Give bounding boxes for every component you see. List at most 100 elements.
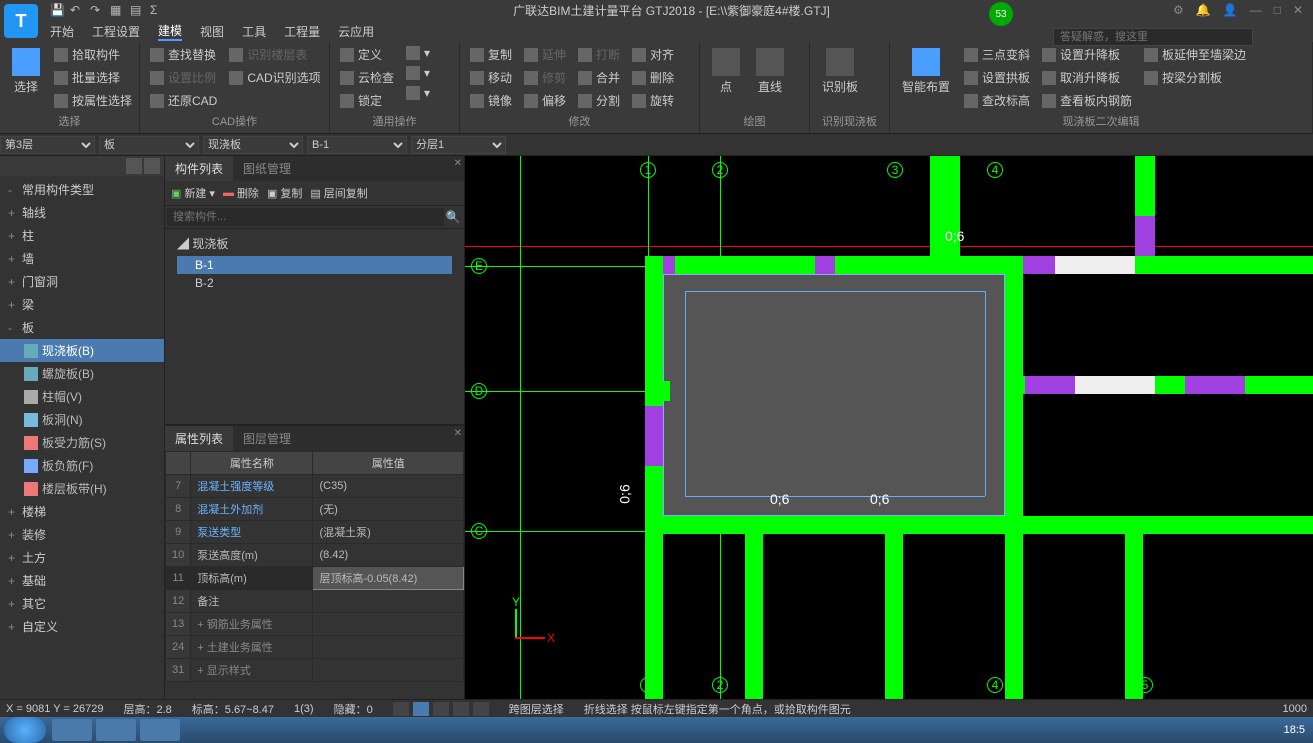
taskbar-item[interactable] — [52, 719, 92, 741]
merge-button[interactable]: 合并 — [574, 67, 624, 88]
tab-drawing-mgmt[interactable]: 图纸管理 — [233, 156, 301, 181]
view-rebar-button[interactable]: 查看板内钢筋 — [1038, 90, 1136, 111]
panel-close-icon[interactable]: ✕ — [454, 158, 462, 169]
settings-icon[interactable]: ⚙ — [1173, 3, 1184, 17]
tree-item[interactable]: 楼层板带(H) — [0, 477, 164, 500]
prop-row[interactable]: 24+ 土建业务属性 — [166, 636, 464, 659]
delete-button[interactable]: 删除 — [628, 67, 678, 88]
taskbar-item[interactable] — [140, 719, 180, 741]
bell-icon[interactable]: 🔔 — [1196, 3, 1211, 17]
tree-item[interactable]: 板受力筋(S) — [0, 431, 164, 454]
restore-cad-button[interactable]: 还原CAD — [146, 90, 221, 111]
search-icon[interactable]: 🔍 — [444, 208, 462, 226]
three-point-button[interactable]: 三点变斜 — [960, 44, 1034, 65]
tab-component-list[interactable]: 构件列表 — [165, 156, 233, 181]
prop-row[interactable]: 31+ 显示样式 — [166, 659, 464, 682]
id-floor-table-button[interactable]: 识别楼层表 — [225, 44, 324, 65]
start-button[interactable] — [4, 717, 46, 743]
new-button[interactable]: ▣新建 ▾ — [171, 185, 215, 201]
prop-row[interactable]: 8混凝土外加剂(无) — [166, 498, 464, 521]
qat-redo-icon[interactable]: ↷ — [90, 3, 104, 17]
tree-item[interactable]: 现浇板(B) — [0, 339, 164, 362]
tab-layers[interactable]: 图层管理 — [233, 426, 301, 451]
menu-project[interactable]: 工程设置 — [92, 23, 140, 40]
tree-item[interactable]: 柱帽(V) — [0, 385, 164, 408]
category-select[interactable]: 板 — [99, 136, 199, 154]
layer-copy-button[interactable]: ▤层间复制 — [310, 185, 367, 201]
maximize-icon[interactable]: □ — [1274, 3, 1281, 17]
more-button[interactable]: ▾ — [402, 84, 434, 102]
smart-layout-button[interactable]: 智能布置 — [896, 44, 956, 99]
set-scale-button[interactable]: 设置比例 — [146, 67, 221, 88]
find-replace-button[interactable]: 查找替换 — [146, 44, 221, 65]
delete-button[interactable]: ▬删除 — [223, 185, 259, 201]
break-button[interactable]: 打断 — [574, 44, 624, 65]
tree-item[interactable]: 板负筋(F) — [0, 454, 164, 477]
select-button[interactable]: 选择 — [6, 44, 46, 99]
tree-group[interactable]: +门窗洞 — [0, 270, 164, 293]
panel-close-icon[interactable]: ✕ — [454, 428, 462, 439]
qat-icon[interactable]: Σ — [150, 3, 164, 17]
prop-row[interactable]: 10泵送高度(m)(8.42) — [166, 544, 464, 567]
lock-button[interactable]: 锁定 — [336, 90, 398, 111]
close-icon[interactable]: ✕ — [1293, 3, 1303, 17]
tool-icon[interactable] — [413, 702, 429, 716]
help-search-input[interactable] — [1053, 28, 1253, 46]
clock[interactable]: 18:5 — [1276, 724, 1313, 736]
cloud-check-button[interactable]: 云检查 — [336, 67, 398, 88]
menu-start[interactable]: 开始 — [50, 23, 74, 40]
prop-row[interactable]: 7混凝土强度等级(C35) — [166, 475, 464, 498]
status-hint1[interactable]: 跨图层选择 — [509, 701, 564, 717]
split-button[interactable]: 分割 — [574, 90, 624, 111]
tree-group[interactable]: +楼梯 — [0, 500, 164, 523]
panel-icon[interactable] — [144, 158, 160, 174]
qat-icon[interactable]: ▦ — [110, 3, 124, 17]
comp-group[interactable]: ◢ 现浇板 — [173, 233, 456, 254]
split-by-beam-button[interactable]: 按梁分割板 — [1140, 67, 1250, 88]
tree-item[interactable]: 螺旋板(B) — [0, 362, 164, 385]
batch-select-button[interactable]: 批量选择 — [50, 67, 136, 88]
qat-icon[interactable]: ▤ — [130, 3, 144, 17]
tool-icon[interactable] — [453, 702, 469, 716]
tree-group[interactable]: +轴线 — [0, 201, 164, 224]
tree-group[interactable]: +柱 — [0, 224, 164, 247]
tree-group[interactable]: +梁 — [0, 293, 164, 316]
tree-group[interactable]: +墙 — [0, 247, 164, 270]
more-button[interactable]: ▾ — [402, 44, 434, 62]
tree-header[interactable]: -常用构件类型 — [0, 178, 164, 201]
tree-item[interactable]: 板洞(N) — [0, 408, 164, 431]
cad-options-button[interactable]: CAD识别选项 — [225, 67, 324, 88]
tree-group[interactable]: -板 — [0, 316, 164, 339]
tool-icon[interactable] — [393, 702, 409, 716]
tree-group[interactable]: +基础 — [0, 569, 164, 592]
tree-group[interactable]: +其它 — [0, 592, 164, 615]
type-select[interactable]: 现浇板 — [203, 136, 303, 154]
tab-properties[interactable]: 属性列表 — [165, 426, 233, 451]
notification-badge[interactable]: 53 — [989, 2, 1013, 26]
more-button[interactable]: ▾ — [402, 64, 434, 82]
qat-save-icon[interactable]: 💾 — [50, 3, 64, 17]
qat-undo-icon[interactable]: ↶ — [70, 3, 84, 17]
component-search-input[interactable] — [167, 208, 444, 226]
move-button[interactable]: 移动 — [466, 67, 516, 88]
align-button[interactable]: 对齐 — [628, 44, 678, 65]
check-elev-button[interactable]: 查改标高 — [960, 90, 1034, 111]
component-item[interactable]: B-1 — [177, 256, 452, 274]
line-button[interactable]: 直线 — [750, 44, 790, 99]
floor-select[interactable]: 第3层 — [0, 136, 95, 154]
mirror-button[interactable]: 镜像 — [466, 90, 516, 111]
extend-slab-button[interactable]: 板延伸至墙梁边 — [1140, 44, 1250, 65]
extend-button[interactable]: 延伸 — [520, 44, 570, 65]
user-icon[interactable]: 👤 — [1223, 3, 1238, 17]
taskbar-item[interactable] — [96, 719, 136, 741]
cancel-lift-button[interactable]: 取消升降板 — [1038, 67, 1136, 88]
menu-modeling[interactable]: 建模 — [158, 22, 182, 41]
menu-tools[interactable]: 工具 — [242, 23, 266, 40]
set-lift-button[interactable]: 设置升降板 — [1038, 44, 1136, 65]
panel-icon[interactable] — [126, 158, 142, 174]
tree-group[interactable]: +土方 — [0, 546, 164, 569]
tree-group[interactable]: +自定义 — [0, 615, 164, 638]
minimize-icon[interactable]: — — [1250, 3, 1262, 17]
offset-button[interactable]: 偏移 — [520, 90, 570, 111]
drawing-canvas[interactable]: EDC1122334455 0;60;60;60;6 YX — [465, 156, 1313, 699]
